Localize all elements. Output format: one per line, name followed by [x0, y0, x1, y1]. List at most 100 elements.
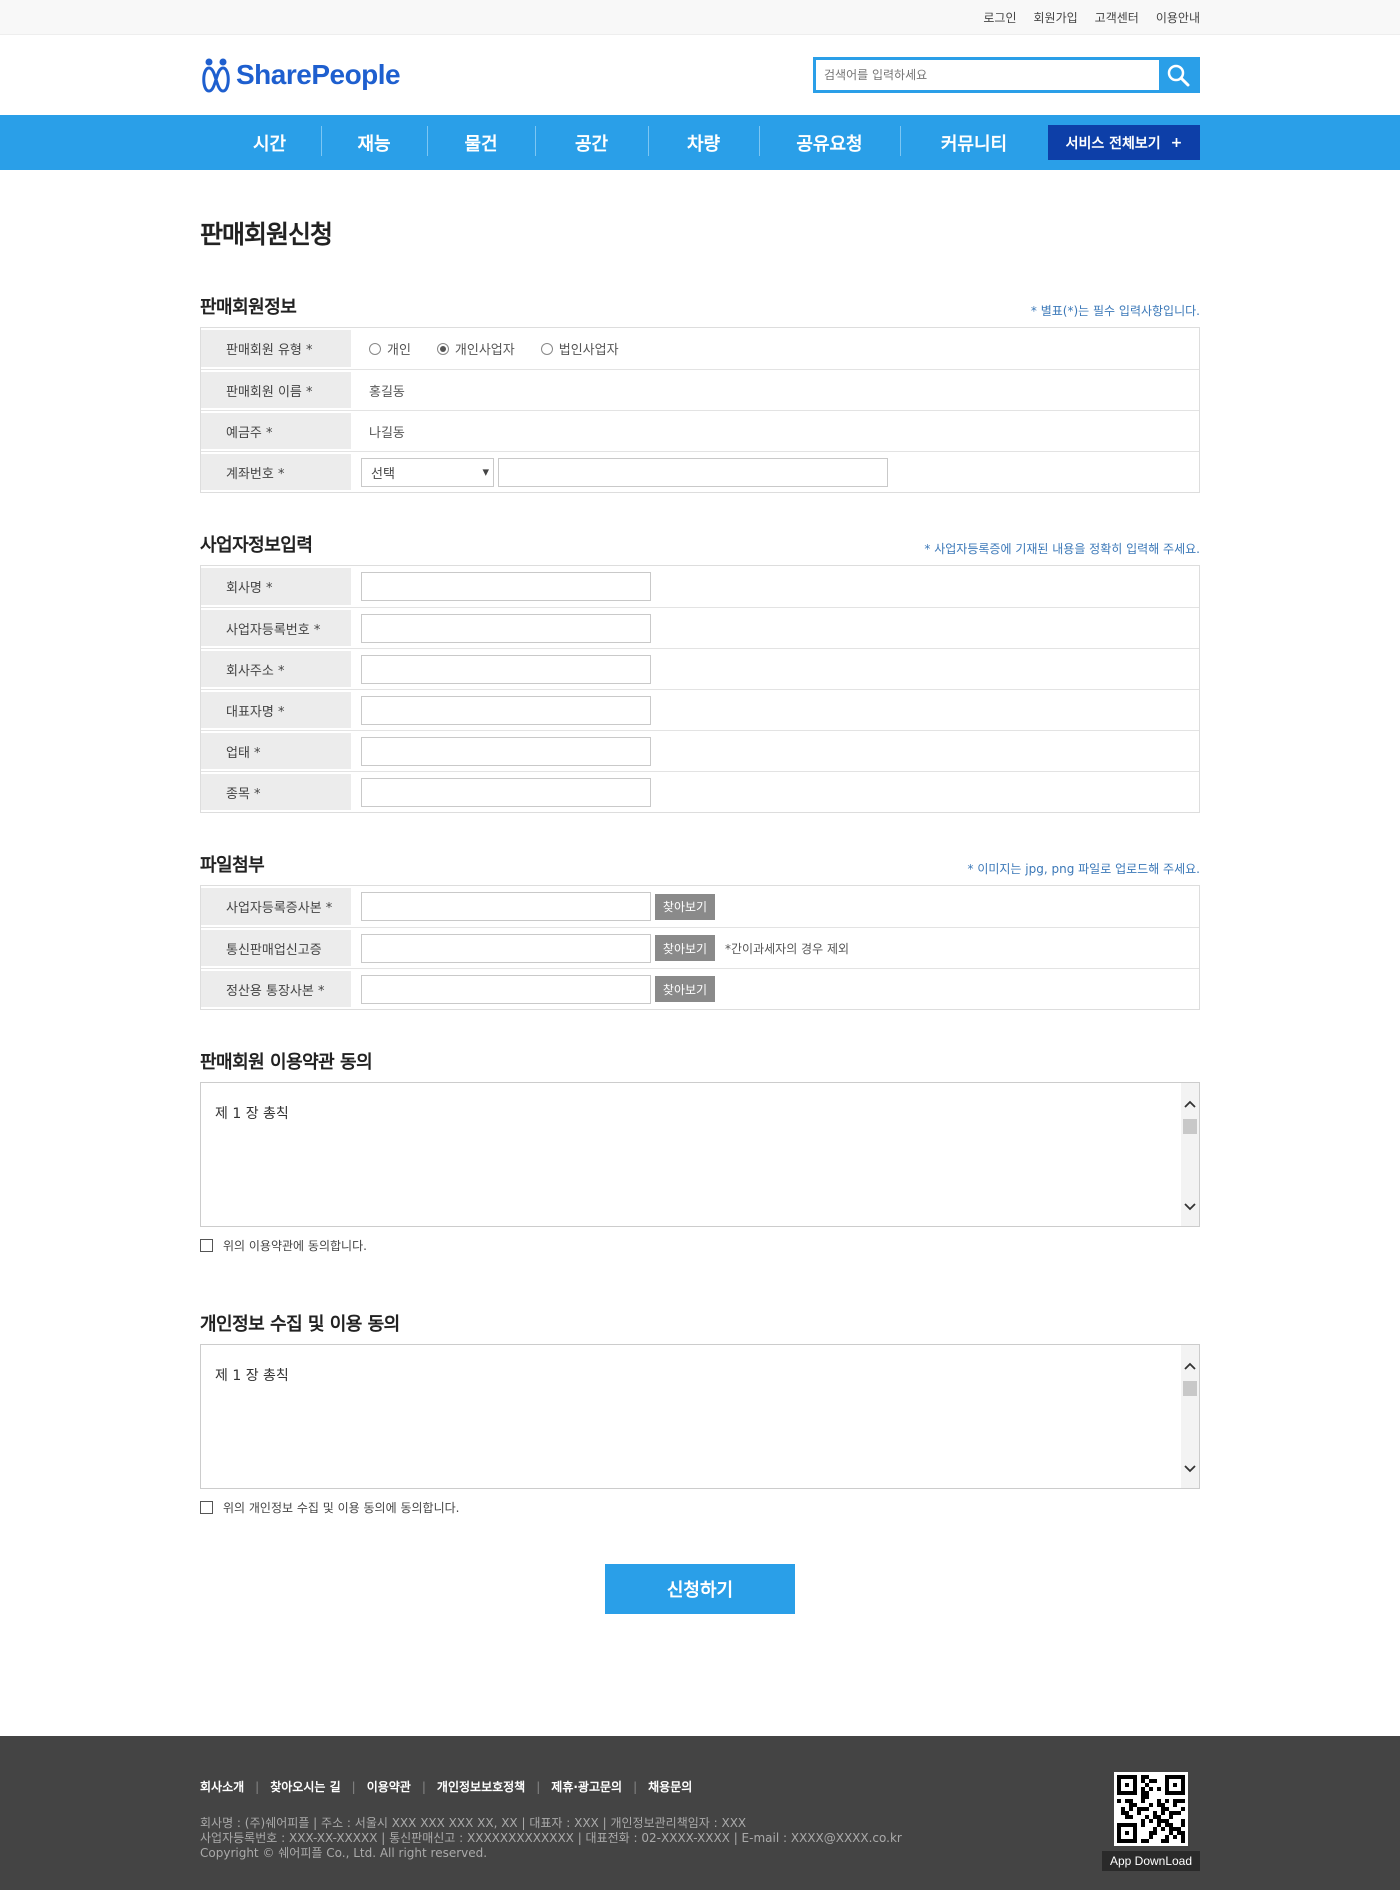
footer-info-line: 사업자등록번호 : XXX-XX-XXXXX | 통신판매신고 : XXXXXX…: [200, 1831, 902, 1845]
footer-company-info: 회사명 : (주)쉐어피플 | 주소 : 서울시 XXX XXX XXX XX,…: [200, 1816, 902, 1861]
company-name-label: 회사명 *: [201, 568, 351, 605]
search-input[interactable]: [816, 60, 1159, 90]
plus-icon: +: [1170, 134, 1183, 151]
bankbook-browse-button[interactable]: 찾아보기: [655, 976, 715, 1002]
company-address-row: 회사주소 *: [201, 648, 1199, 689]
footer-link-privacy[interactable]: 개인정보보호정책: [437, 1778, 525, 1795]
business-info-title: 사업자정보입력: [200, 535, 313, 556]
usage-guide-link[interactable]: 이용안내: [1156, 9, 1200, 26]
footer-info-line: 회사명 : (주)쉐어피플 | 주소 : 서울시 XXX XXX XXX XX,…: [200, 1816, 747, 1830]
all-services-button[interactable]: 서비스 전체보기 +: [1048, 125, 1200, 160]
seller-type-options: 개인 개인사업자 법인사업자: [351, 328, 1199, 369]
logo-text: SharePeople: [236, 59, 401, 90]
all-services-label: 서비스 전체보기: [1065, 135, 1161, 152]
business-cert-browse-button[interactable]: 찾아보기: [655, 893, 715, 920]
account-holder-row: 예금주 * 나길동: [201, 410, 1199, 451]
telecom-cert-browse-button[interactable]: 찾아보기: [655, 935, 715, 961]
business-number-input[interactable]: [361, 613, 651, 643]
nav-item-share-request[interactable]: 공유요청: [759, 125, 900, 156]
account-holder-value: 나길동: [369, 425, 405, 441]
ceo-name-row: 대표자명 *: [201, 689, 1199, 730]
terms-title: 판매회원 이용약관 동의: [200, 1052, 373, 1073]
ceo-name-input[interactable]: [361, 695, 651, 725]
bankbook-label: 정산용 통장사본 *: [201, 971, 351, 1007]
nav-item-talent[interactable]: 재능: [321, 125, 427, 156]
telecom-cert-note: *간이과세자의 경우 제외: [725, 941, 850, 956]
qr-code-icon: [1114, 1772, 1188, 1846]
radio-checked-icon: [436, 342, 449, 355]
privacy-scrollbar[interactable]: [1181, 1345, 1199, 1488]
main-nav: 시간 재능 물건 공간 차량 공유요청 커뮤니티 서비스 전체보기 +: [0, 115, 1400, 170]
business-type-input[interactable]: [361, 736, 651, 766]
telecom-cert-file-input[interactable]: [361, 933, 651, 963]
search-box: [813, 57, 1200, 93]
footer-link-directions[interactable]: 찾아오시는 길: [270, 1778, 340, 1795]
footer-links: 회사소개 | 찾아오시는 길 | 이용약관 | 개인정보보호정책 | 제휴·광고…: [200, 1778, 693, 1795]
company-address-label: 회사주소 *: [201, 651, 351, 687]
company-address-input[interactable]: [361, 654, 651, 684]
seller-name-row: 판매회원 이름 * 홍길동: [201, 369, 1199, 410]
nav-item-time[interactable]: 시간: [200, 130, 321, 156]
account-number-fields: 선택 ▾: [351, 452, 1199, 492]
radio-label: 법인사업자: [558, 343, 619, 358]
attachments-note: * 이미지는 jpg, png 파일로 업로드해 주세요.: [967, 862, 1201, 876]
terms-agree-checkbox[interactable]: [200, 1239, 213, 1252]
page-title: 판매회원신청: [200, 220, 333, 249]
bankbook-file-input[interactable]: [361, 974, 651, 1004]
radio-individual[interactable]: 개인: [369, 339, 411, 358]
main-content: 판매회원신청 판매회원정보 * 별표(*)는 필수 입력사항입니다. 판매회원 …: [200, 215, 1200, 1614]
nav-item-community[interactable]: 커뮤니티: [900, 125, 1048, 156]
footer-link-careers[interactable]: 채용문의: [648, 1778, 692, 1795]
company-name-input[interactable]: [361, 572, 651, 601]
scroll-down-icon[interactable]: [1181, 1460, 1199, 1478]
footer-link-about[interactable]: 회사소개: [200, 1778, 244, 1795]
dropdown-arrow-icon: ▾: [482, 464, 489, 480]
seller-info-header: 판매회원정보 * 별표(*)는 필수 입력사항입니다.: [200, 293, 1200, 319]
signup-link[interactable]: 회원가입: [1033, 9, 1077, 26]
bank-select[interactable]: 선택 ▾: [361, 457, 494, 487]
seller-info-title: 판매회원정보: [200, 297, 297, 318]
terms-textbox[interactable]: 제 1 장 총칙: [200, 1082, 1200, 1227]
business-number-label: 사업자등록번호 *: [201, 610, 351, 646]
business-item-input[interactable]: [361, 777, 651, 807]
logo[interactable]: SharePeople: [200, 57, 401, 93]
footer-link-partnership[interactable]: 제휴·광고문의: [551, 1778, 622, 1795]
seller-info-table: 판매회원 유형 * 개인 개인사업자 법인사업자 판매회원 이름 * 홍길동 예…: [200, 327, 1200, 493]
search-button[interactable]: [1159, 60, 1197, 90]
login-link[interactable]: 로그인: [983, 9, 1016, 26]
scroll-thumb[interactable]: [1183, 1119, 1197, 1134]
nav-item-space[interactable]: 공간: [535, 125, 648, 156]
terms-scrollbar[interactable]: [1181, 1083, 1199, 1226]
scroll-up-icon[interactable]: [1181, 1357, 1199, 1375]
privacy-agree[interactable]: 위의 개인정보 수집 및 이용 동의에 동의합니다.: [200, 1499, 1200, 1516]
business-number-row: 사업자등록번호 *: [201, 607, 1199, 648]
radio-icon: [540, 342, 553, 355]
submit-button[interactable]: 신청하기: [605, 1564, 795, 1614]
bankbook-row: 정산용 통장사본 * 찾아보기: [201, 968, 1199, 1009]
attachments-header: 파일첨부 * 이미지는 jpg, png 파일로 업로드해 주세요.: [200, 851, 1200, 877]
account-number-input[interactable]: [498, 457, 888, 487]
footer-copyright: Copyright © 쉐어피플 Co., Ltd. All right res…: [200, 1846, 488, 1860]
terms-agree[interactable]: 위의 이용약관에 동의합니다.: [200, 1237, 1200, 1254]
nav-item-vehicle[interactable]: 차량: [648, 125, 759, 156]
company-name-row: 회사명 *: [201, 566, 1199, 607]
scroll-thumb[interactable]: [1183, 1381, 1197, 1396]
privacy-textbox[interactable]: 제 1 장 총칙: [200, 1344, 1200, 1489]
privacy-agree-checkbox[interactable]: [200, 1501, 213, 1514]
footer-link-terms[interactable]: 이용약관: [367, 1778, 411, 1795]
business-cert-file-input[interactable]: [361, 892, 651, 921]
business-info-note: * 사업자등록증에 기재된 내용을 정확히 입력해 주세요.: [924, 542, 1200, 556]
radio-corporation[interactable]: 법인사업자: [540, 339, 619, 358]
top-utility-bar: 로그인 회원가입 고객센터 이용안내: [0, 0, 1400, 35]
ceo-name-label: 대표자명 *: [201, 692, 351, 728]
radio-sole-proprietor[interactable]: 개인사업자: [436, 339, 515, 358]
seller-name-label: 판매회원 이름 *: [201, 372, 351, 408]
scroll-down-icon[interactable]: [1181, 1198, 1199, 1216]
account-number-label: 계좌번호 *: [201, 454, 351, 490]
search-icon: [1167, 64, 1190, 87]
scroll-up-icon[interactable]: [1181, 1095, 1199, 1113]
nav-item-goods[interactable]: 물건: [427, 125, 535, 156]
app-download-button[interactable]: App DownLoad: [1102, 1851, 1200, 1871]
customer-center-link[interactable]: 고객센터: [1095, 9, 1139, 26]
radio-label: 개인사업자: [454, 343, 515, 358]
